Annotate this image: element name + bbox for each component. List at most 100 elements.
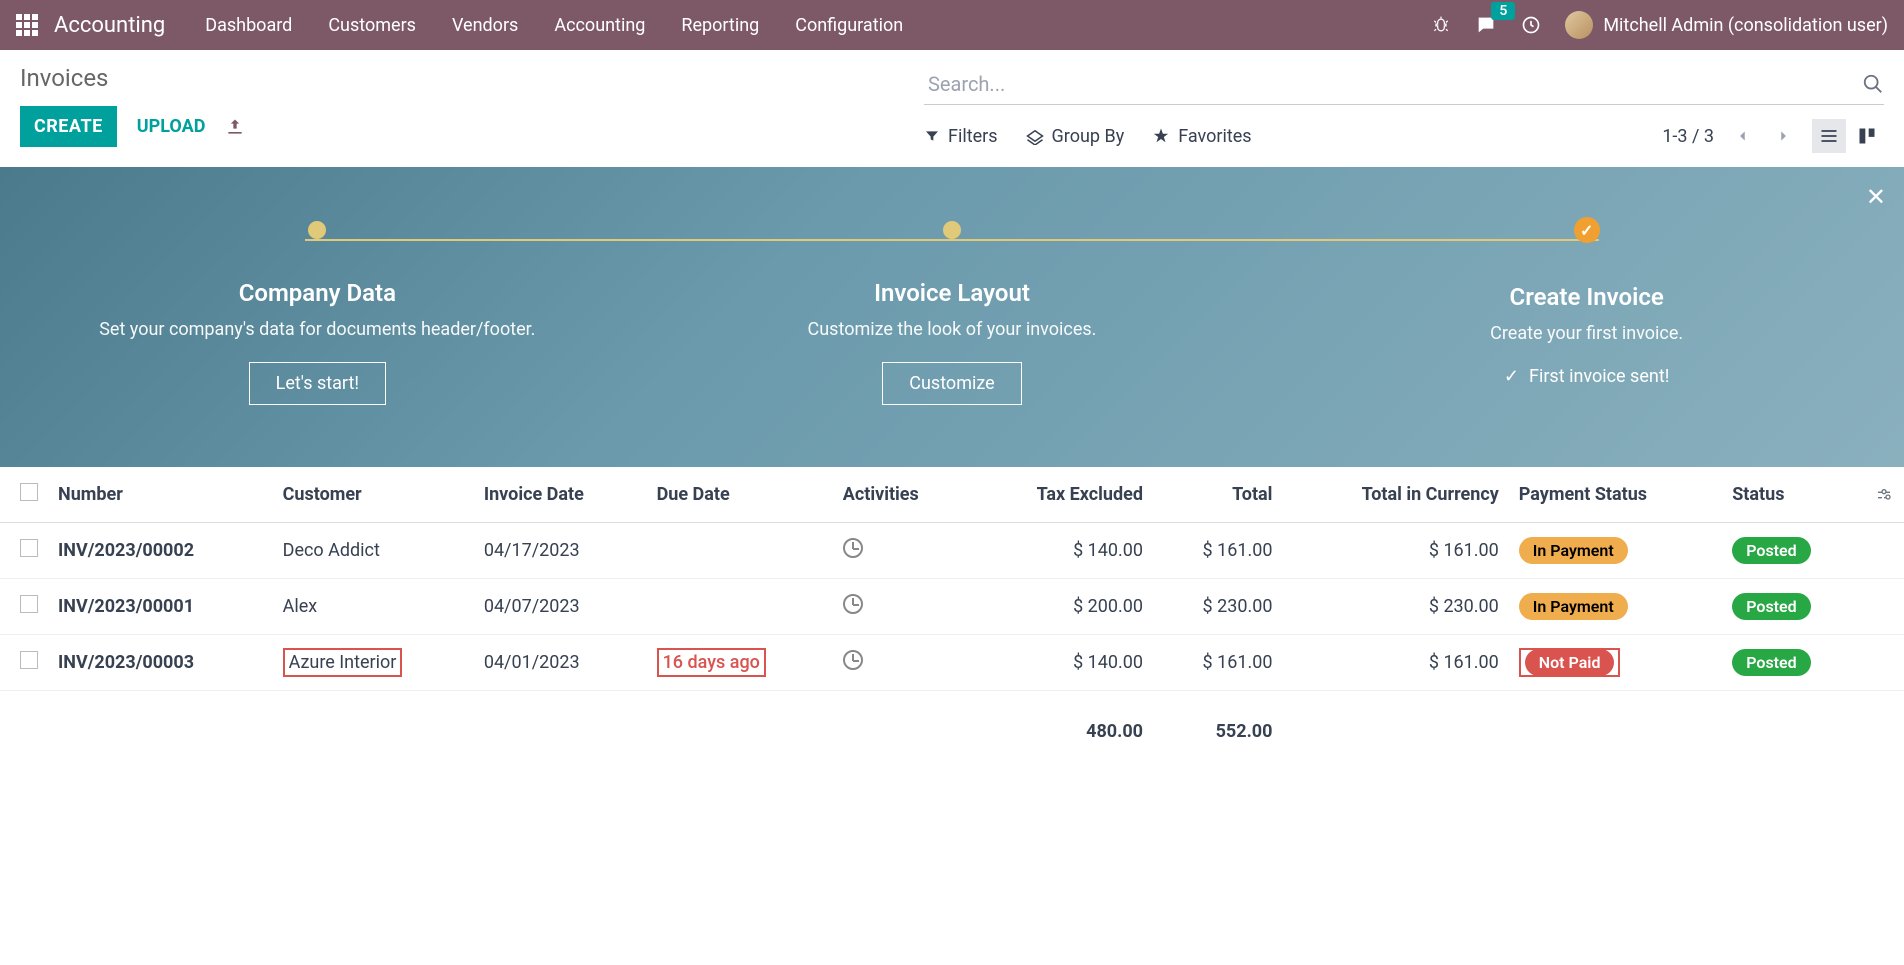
favorites-label: Favorites bbox=[1178, 126, 1251, 147]
apps-icon[interactable] bbox=[16, 14, 38, 36]
th-tax-excluded[interactable]: Tax Excluded bbox=[971, 467, 1153, 523]
cell-total-currency: $ 161.00 bbox=[1282, 523, 1508, 579]
cell-total-currency: $ 161.00 bbox=[1282, 635, 1508, 691]
groupby-label: Group By bbox=[1052, 126, 1125, 147]
step-dot-done: ✓ bbox=[1574, 217, 1600, 243]
row-checkbox[interactable] bbox=[20, 651, 38, 669]
upload-icon[interactable] bbox=[225, 117, 245, 137]
user-menu[interactable]: Mitchell Admin (consolidation user) bbox=[1565, 11, 1888, 39]
control-panel: Invoices CREATE UPLOAD Filters bbox=[0, 50, 1904, 167]
cell-total: $ 161.00 bbox=[1153, 635, 1282, 691]
topmenu: Dashboard Customers Vendors Accounting R… bbox=[205, 15, 1431, 36]
cell-number: INV/2023/00001 bbox=[48, 579, 273, 635]
page-title: Invoices bbox=[20, 64, 245, 92]
create-button[interactable]: CREATE bbox=[20, 106, 117, 147]
user-name: Mitchell Admin (consolidation user) bbox=[1603, 15, 1888, 36]
app-brand[interactable]: Accounting bbox=[54, 13, 165, 38]
avatar bbox=[1565, 11, 1593, 39]
check-icon: ✓ bbox=[1504, 366, 1519, 387]
menu-vendors[interactable]: Vendors bbox=[452, 15, 518, 36]
checkbox-all[interactable] bbox=[20, 483, 38, 501]
lets-start-button[interactable]: Let's start! bbox=[249, 362, 386, 405]
cell-customer: Alex bbox=[273, 579, 474, 635]
cell-tax-excluded: $ 140.00 bbox=[971, 523, 1153, 579]
step-desc: Set your company's data for documents he… bbox=[82, 317, 552, 342]
cell-tax-excluded: $ 200.00 bbox=[971, 579, 1153, 635]
column-options-icon[interactable] bbox=[1874, 487, 1894, 503]
total-sum: 552.00 bbox=[1153, 691, 1282, 757]
onboarding-banner: ✕ Company Data Set your company's data f… bbox=[0, 167, 1904, 467]
pager-next[interactable] bbox=[1772, 123, 1794, 149]
cell-due-date bbox=[647, 579, 833, 635]
table-row[interactable]: INV/2023/00001 Alex 04/07/2023 $ 200.00 … bbox=[0, 579, 1904, 635]
clock-icon[interactable] bbox=[843, 538, 863, 558]
onboard-step-company: Company Data Set your company's data for… bbox=[82, 221, 552, 467]
cell-tax-excluded: $ 140.00 bbox=[971, 635, 1153, 691]
step-dot bbox=[308, 221, 326, 239]
cell-due-date: 16 days ago bbox=[647, 635, 833, 691]
clock-icon[interactable] bbox=[843, 650, 863, 670]
search-wrap bbox=[924, 64, 1884, 105]
cell-activities[interactable] bbox=[833, 523, 971, 579]
table-row[interactable]: INV/2023/00002 Deco Addict 04/17/2023 $ … bbox=[0, 523, 1904, 579]
messages-icon[interactable]: 5 bbox=[1475, 14, 1497, 36]
table-row[interactable]: INV/2023/00003 Azure Interior 04/01/2023… bbox=[0, 635, 1904, 691]
invoice-table: Number Customer Invoice Date Due Date Ac… bbox=[0, 467, 1904, 756]
cell-status: Posted bbox=[1722, 635, 1864, 691]
groupby-button[interactable]: Group By bbox=[1026, 126, 1125, 147]
favorites-button[interactable]: Favorites bbox=[1152, 126, 1251, 147]
list-view-button[interactable] bbox=[1812, 119, 1846, 153]
pager-text[interactable]: 1-3 / 3 bbox=[1662, 126, 1714, 147]
pager-prev[interactable] bbox=[1732, 123, 1754, 149]
cell-total: $ 161.00 bbox=[1153, 523, 1282, 579]
filters-label: Filters bbox=[948, 126, 998, 147]
cell-invoice-date: 04/01/2023 bbox=[474, 635, 647, 691]
menu-configuration[interactable]: Configuration bbox=[795, 15, 903, 36]
cell-number: INV/2023/00002 bbox=[48, 523, 273, 579]
search-input[interactable] bbox=[924, 68, 1862, 100]
th-total[interactable]: Total bbox=[1153, 467, 1282, 523]
top-navbar: Accounting Dashboard Customers Vendors A… bbox=[0, 0, 1904, 50]
kanban-view-button[interactable] bbox=[1850, 119, 1884, 153]
menu-accounting[interactable]: Accounting bbox=[554, 15, 645, 36]
row-checkbox[interactable] bbox=[20, 595, 38, 613]
clock-icon[interactable] bbox=[1521, 15, 1541, 35]
step-dot bbox=[943, 221, 961, 239]
clock-icon[interactable] bbox=[843, 594, 863, 614]
menu-dashboard[interactable]: Dashboard bbox=[205, 15, 292, 36]
th-invoice-date[interactable]: Invoice Date bbox=[474, 467, 647, 523]
cell-total: $ 230.00 bbox=[1153, 579, 1282, 635]
cell-invoice-date: 04/07/2023 bbox=[474, 579, 647, 635]
total-tax-excluded: 480.00 bbox=[971, 691, 1153, 757]
cell-status: Posted bbox=[1722, 579, 1864, 635]
menu-customers[interactable]: Customers bbox=[328, 15, 416, 36]
cell-status: Posted bbox=[1722, 523, 1864, 579]
cell-number: INV/2023/00003 bbox=[48, 635, 273, 691]
cell-invoice-date: 04/17/2023 bbox=[474, 523, 647, 579]
filters-button[interactable]: Filters bbox=[924, 126, 998, 147]
upload-button[interactable]: UPLOAD bbox=[137, 116, 206, 137]
th-customer[interactable]: Customer bbox=[273, 467, 474, 523]
step-desc: Create your first invoice. bbox=[1352, 321, 1822, 346]
menu-reporting[interactable]: Reporting bbox=[681, 15, 759, 36]
th-due-date[interactable]: Due Date bbox=[647, 467, 833, 523]
cell-payment-status: In Payment bbox=[1509, 523, 1722, 579]
cell-payment-status: Not Paid bbox=[1509, 635, 1722, 691]
cell-activities[interactable] bbox=[833, 635, 971, 691]
bug-icon[interactable] bbox=[1431, 15, 1451, 35]
cell-activities[interactable] bbox=[833, 579, 971, 635]
th-status[interactable]: Status bbox=[1722, 467, 1864, 523]
step-title: Company Data bbox=[82, 279, 552, 307]
step-title: Invoice Layout bbox=[717, 279, 1187, 307]
cell-due-date bbox=[647, 523, 833, 579]
close-icon[interactable]: ✕ bbox=[1866, 183, 1886, 211]
search-icon[interactable] bbox=[1862, 73, 1884, 95]
th-total-currency[interactable]: Total in Currency bbox=[1282, 467, 1508, 523]
row-checkbox[interactable] bbox=[20, 539, 38, 557]
messages-badge: 5 bbox=[1491, 2, 1515, 20]
th-activities[interactable]: Activities bbox=[833, 467, 971, 523]
step-done: ✓ First invoice sent! bbox=[1352, 366, 1822, 387]
th-payment-status[interactable]: Payment Status bbox=[1509, 467, 1722, 523]
th-number[interactable]: Number bbox=[48, 467, 273, 523]
customize-button[interactable]: Customize bbox=[882, 362, 1021, 405]
